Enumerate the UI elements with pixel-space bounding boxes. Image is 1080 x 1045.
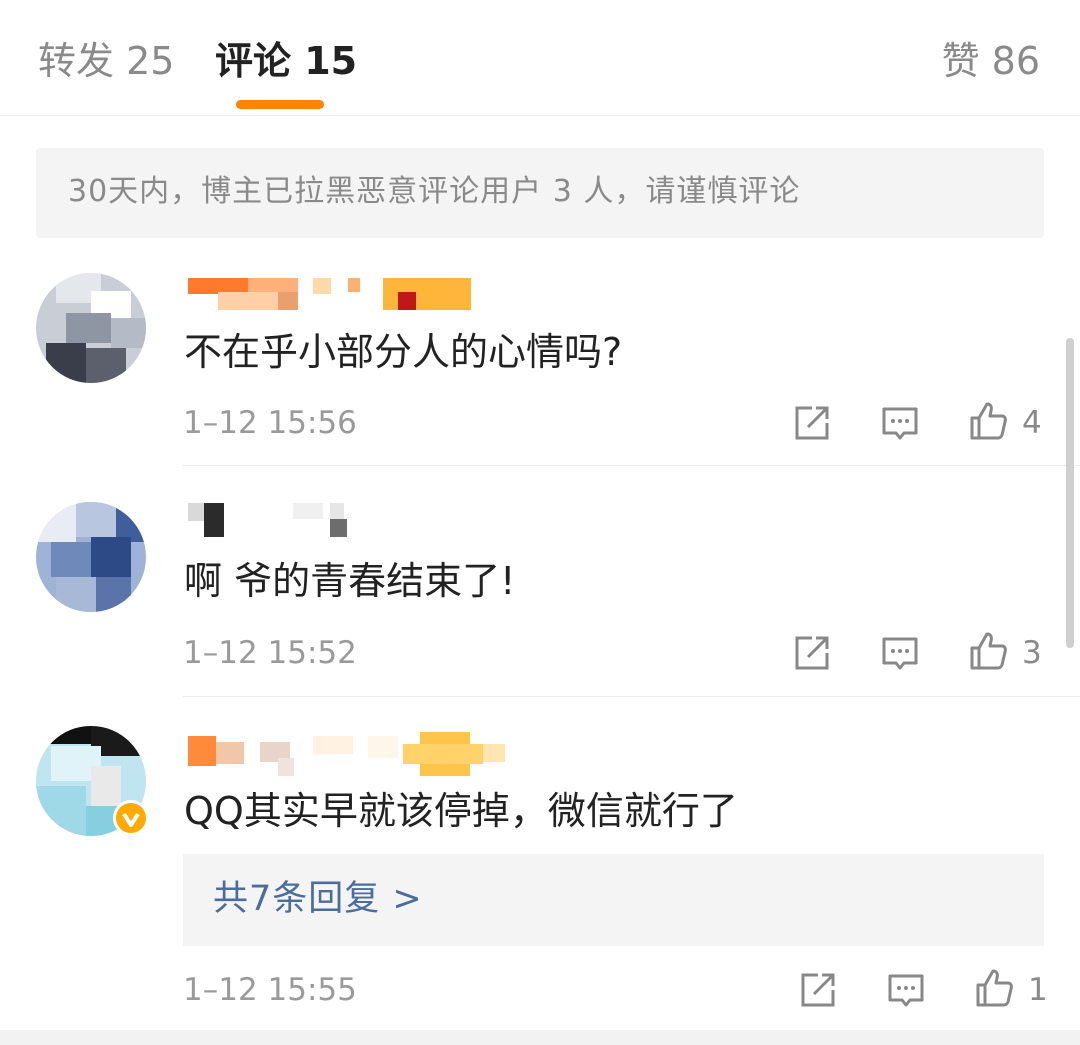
view-replies-button[interactable]: 共7条回复 > bbox=[183, 854, 1044, 946]
scrollbar[interactable] bbox=[1066, 338, 1074, 648]
bottom-separator bbox=[0, 1030, 1080, 1045]
thumbs-up-icon[interactable] bbox=[974, 968, 1014, 1008]
comment-icon[interactable] bbox=[886, 970, 926, 1010]
verified-badge-icon bbox=[113, 800, 149, 836]
comment-time: 1–12 15:55 bbox=[183, 972, 357, 1008]
like-count: 1 bbox=[1028, 972, 1048, 1008]
comment-item: QQ其实早就该停掉，微信就行了 共7条回复 > 1–12 15:55 1 bbox=[0, 0, 1080, 1030]
username-redacted[interactable] bbox=[188, 732, 508, 776]
share-icon[interactable] bbox=[798, 970, 838, 1010]
replies-link[interactable]: 共7条回复 > bbox=[213, 876, 423, 922]
comment-text: QQ其实早就该停掉，微信就行了 bbox=[184, 789, 738, 833]
